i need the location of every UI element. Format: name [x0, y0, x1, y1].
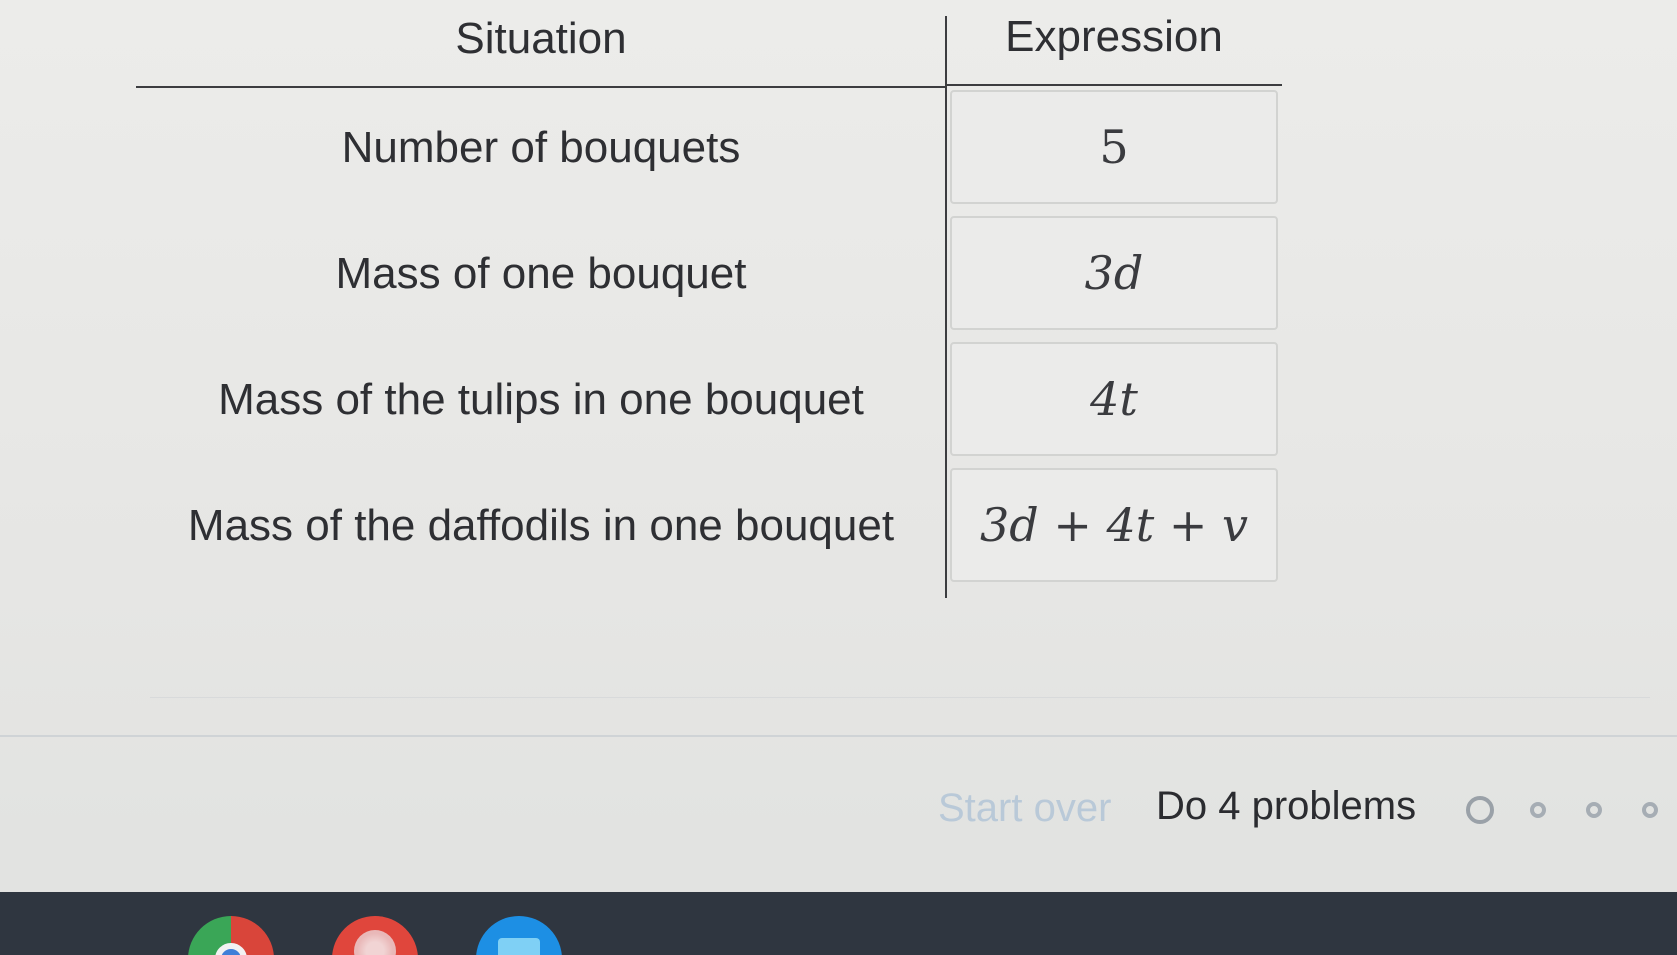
divider — [150, 697, 1650, 698]
situation-label: Mass of the tulips in one bouquet — [218, 375, 864, 424]
expression-tile[interactable]: 3d — [950, 216, 1278, 330]
goal-text: Do 4 problems — [1156, 784, 1417, 828]
header-divider — [946, 84, 1282, 86]
app-icon[interactable] — [332, 916, 418, 955]
table-row: Number of bouquets 5 — [136, 90, 1282, 210]
header-situation: Situation — [455, 14, 627, 63]
taskbar — [0, 892, 1677, 955]
chrome-icon[interactable] — [188, 916, 274, 955]
progress-dot — [1530, 802, 1546, 818]
files-icon[interactable] — [476, 916, 562, 955]
progress-dot — [1642, 802, 1658, 818]
table-row: Mass of the daffodils in one bouquet 3d … — [136, 468, 1282, 588]
expression-tile[interactable]: 3d + 4t + v — [950, 468, 1278, 582]
footer-divider — [0, 735, 1677, 737]
situation-label: Mass of the daffodils in one bouquet — [187, 501, 895, 550]
progress-dot-current — [1466, 796, 1494, 824]
start-over-link[interactable]: Start over — [938, 786, 1111, 831]
progress-indicator — [1466, 796, 1676, 826]
table-row: Mass of the tulips in one bouquet 4t — [136, 342, 1282, 462]
expression-tile[interactable]: 5 — [950, 90, 1278, 204]
table-row: Mass of one bouquet 3d — [136, 216, 1282, 336]
table-header: Situation Expression — [136, 0, 1282, 88]
situation-label: Number of bouquets — [341, 123, 741, 172]
matching-table: Situation Expression Number of bouquets … — [136, 0, 1282, 598]
exercise-page: Situation Expression Number of bouquets … — [0, 0, 1677, 892]
expression-tile[interactable]: 4t — [950, 342, 1278, 456]
header-expression: Expression — [1005, 12, 1223, 61]
header-divider — [136, 86, 946, 88]
situation-label: Mass of one bouquet — [335, 249, 747, 298]
progress-dot — [1586, 802, 1602, 818]
